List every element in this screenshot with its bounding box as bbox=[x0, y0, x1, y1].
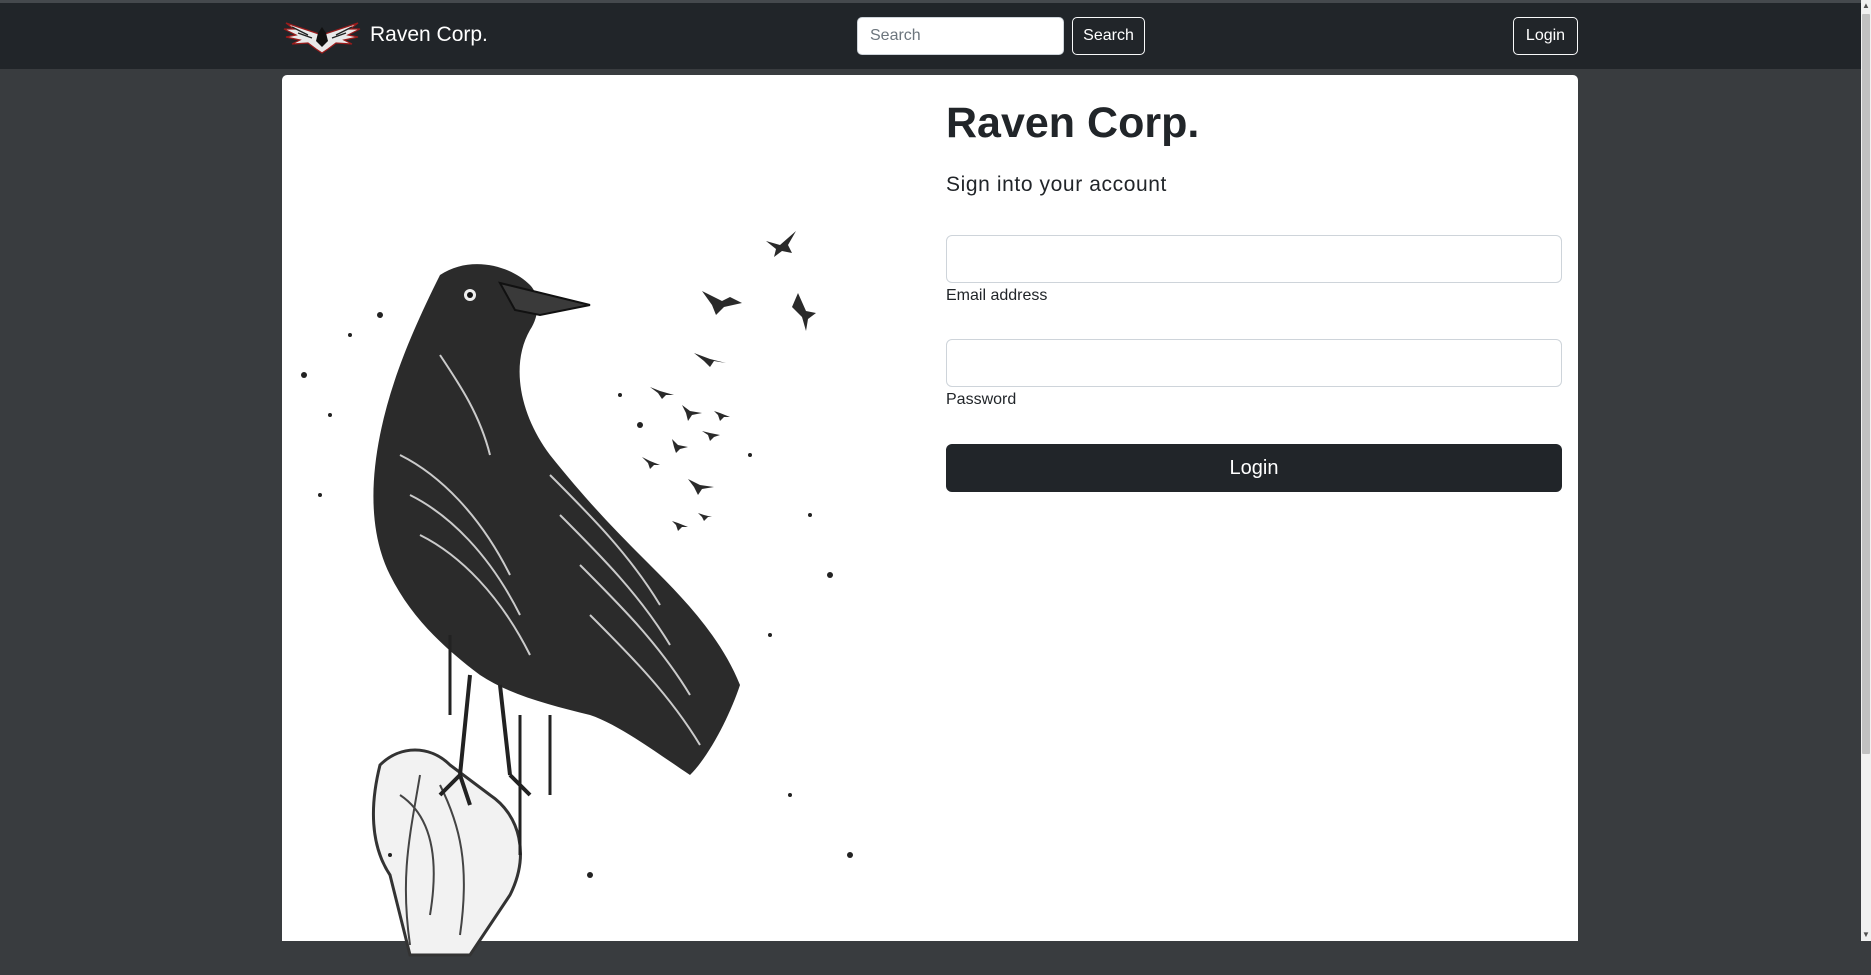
raven-illustration bbox=[301, 231, 853, 957]
scroll-up-arrow-icon[interactable]: ▲ bbox=[1862, 2, 1870, 10]
search-input[interactable] bbox=[857, 17, 1064, 55]
page-subtitle: Sign into your account bbox=[946, 173, 1167, 196]
scroll-down-arrow-icon[interactable]: ▼ bbox=[1862, 931, 1870, 939]
page-title: Raven Corp. bbox=[946, 99, 1200, 147]
password-field[interactable] bbox=[946, 339, 1562, 387]
navbar-login-button[interactable]: Login bbox=[1513, 17, 1578, 55]
page-scrollbar[interactable]: ▲ ▼ bbox=[1861, 0, 1871, 941]
search-button[interactable]: Search bbox=[1072, 17, 1145, 55]
email-label: Email address bbox=[946, 287, 1048, 304]
top-navbar: Raven Corp. Search Login bbox=[0, 3, 1861, 69]
email-field[interactable] bbox=[946, 235, 1562, 283]
login-button[interactable]: Login bbox=[946, 444, 1562, 492]
scroll-thumb[interactable] bbox=[1862, 14, 1870, 754]
login-card: Raven Corp. Sign into your account Email… bbox=[282, 75, 1578, 957]
raven-logo-icon bbox=[283, 22, 361, 54]
password-label: Password bbox=[946, 391, 1017, 408]
brand-name: Raven Corp. bbox=[370, 23, 488, 46]
brand-link[interactable]: Raven Corp. bbox=[282, 13, 488, 57]
